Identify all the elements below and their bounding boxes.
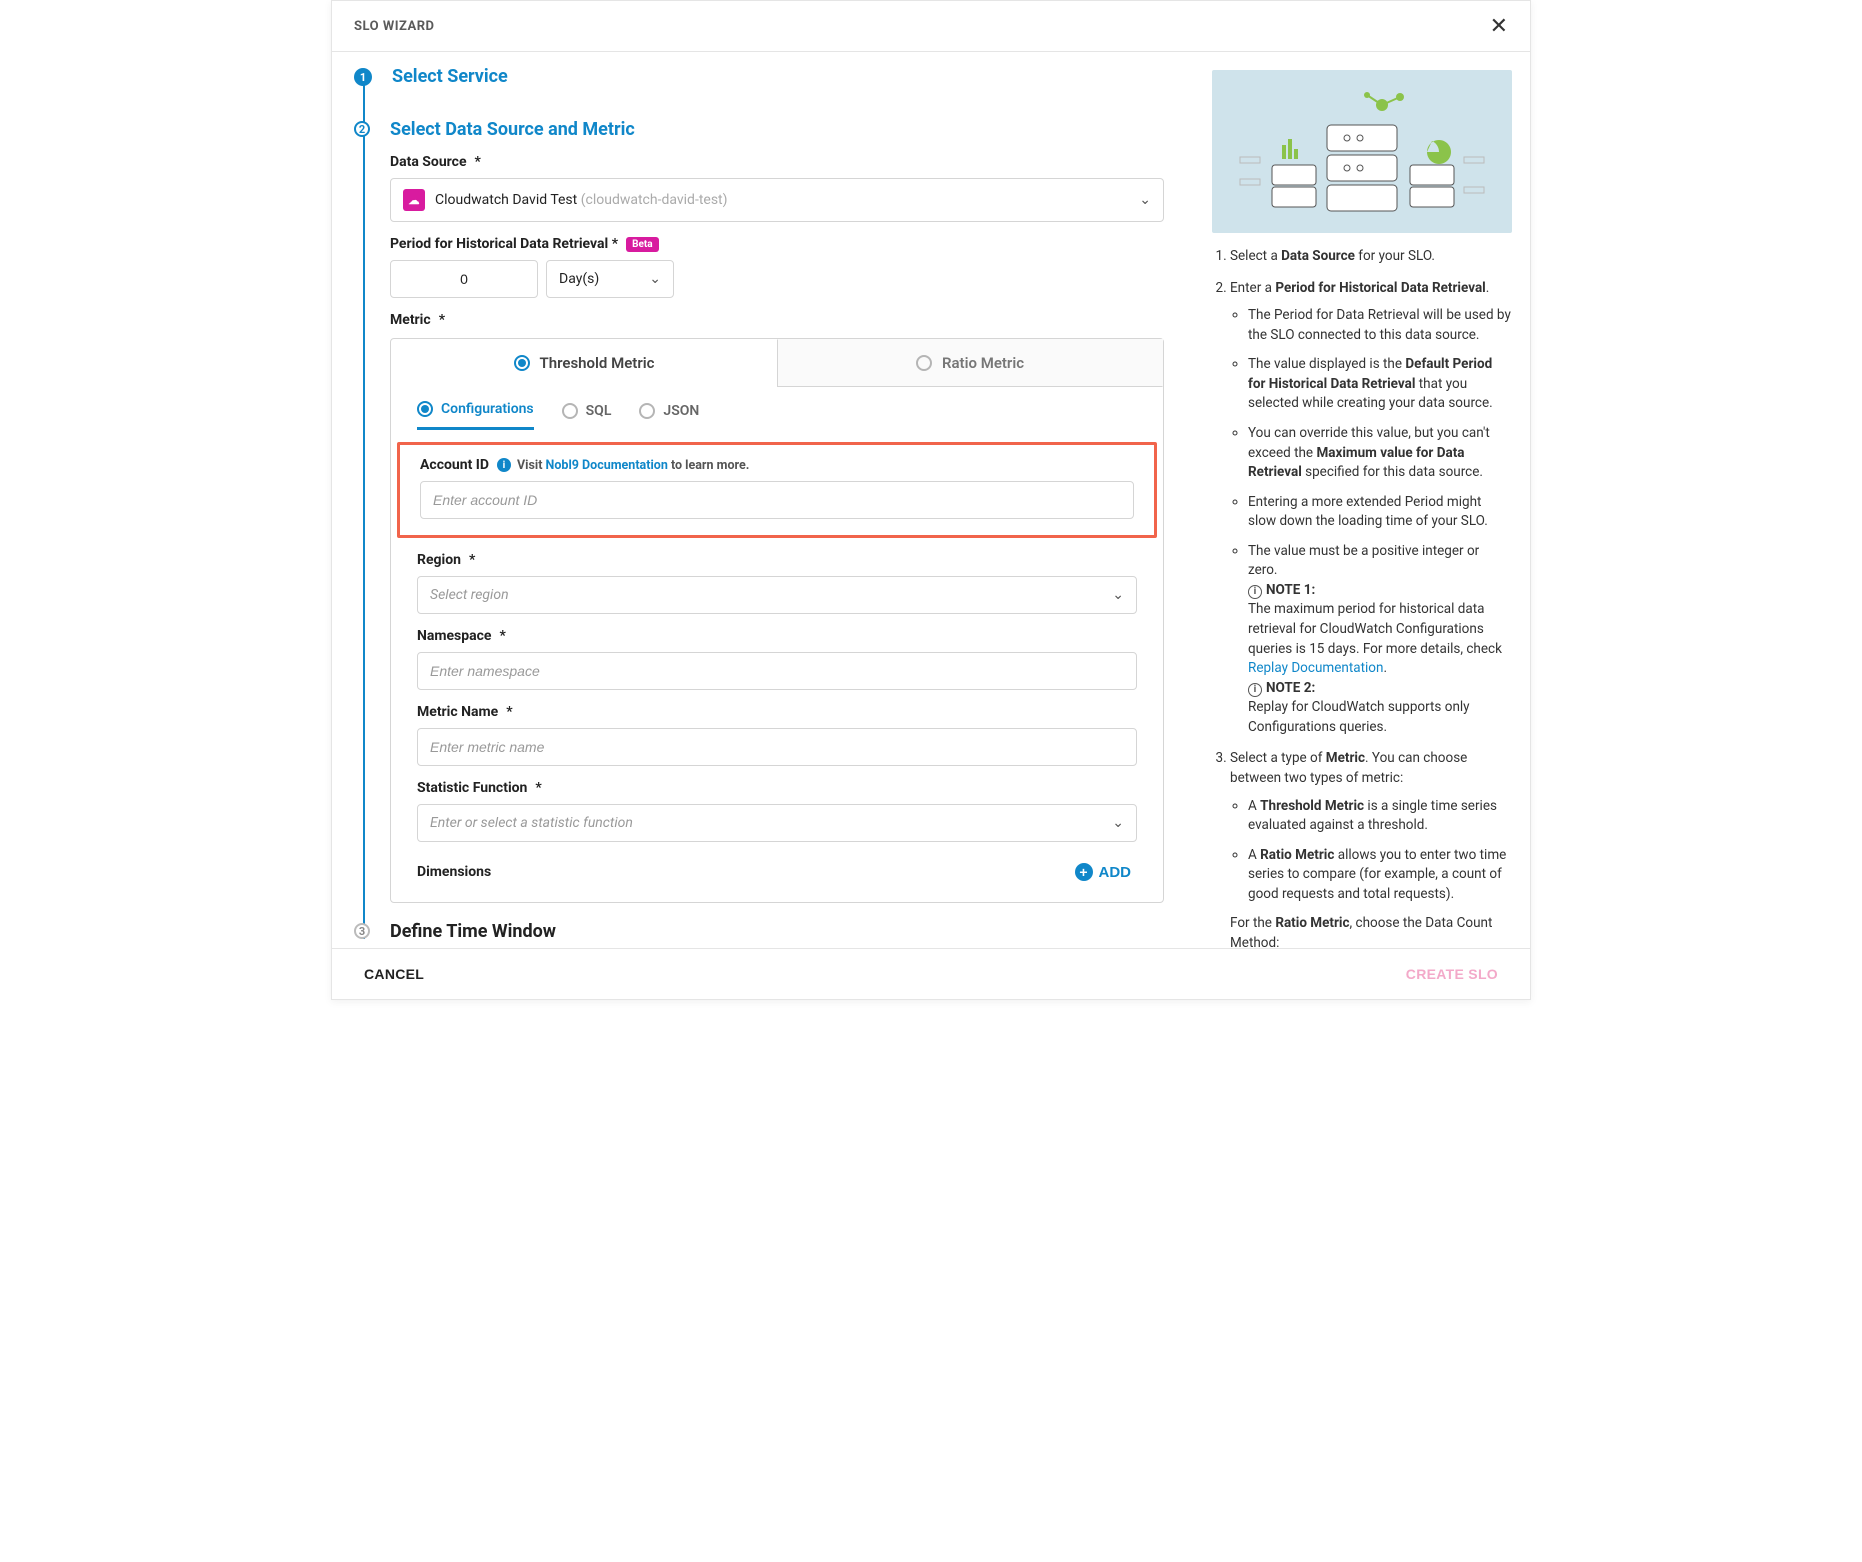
info-icon: i <box>497 458 511 472</box>
metric-tabs: Threshold Metric Ratio Metric Configurat… <box>390 338 1164 903</box>
region-select[interactable]: Select region ⌄ <box>417 576 1137 614</box>
account-id-highlight: Account ID i Visit Nobl9 Documentation t… <box>397 442 1157 538</box>
subtab-json[interactable]: JSON <box>639 401 699 430</box>
chevron-down-icon: ⌄ <box>649 271 661 287</box>
cancel-button[interactable]: CANCEL <box>358 965 430 983</box>
data-source-label: Data Source <box>390 154 1164 170</box>
step-define-time-window: 3 Define Time Window <box>354 921 1164 948</box>
modal-body: 1 Select Service 2 Select Data Source an… <box>332 52 1530 948</box>
region-label: Region <box>417 552 1137 568</box>
info-icon: i <box>1248 585 1262 599</box>
radio-checked-icon <box>514 355 530 371</box>
period-label: Period for Historical Data Retrieval Bet… <box>390 236 1164 252</box>
close-icon: ✕ <box>1490 13 1508 38</box>
step2-title: Select Data Source and Metric <box>390 119 1164 140</box>
add-dimension-button[interactable]: + ADD <box>1069 862 1138 882</box>
dimensions-label: Dimensions <box>417 864 491 880</box>
step-select-data-source: 2 Select Data Source and Metric Data Sou… <box>354 119 1164 921</box>
create-slo-button[interactable]: CREATE SLO <box>1400 965 1504 983</box>
step2-badge: 2 <box>354 121 370 137</box>
subtab-configurations[interactable]: Configurations <box>417 401 534 430</box>
tab-threshold-metric[interactable]: Threshold Metric <box>391 339 777 387</box>
namespace-input[interactable] <box>417 652 1137 690</box>
slo-wizard-modal: SLO WIZARD ✕ 1 Select Service 2 Select D… <box>331 0 1531 1000</box>
step-select-service: 1 Select Service <box>354 66 1164 119</box>
help-list: Select a Data Source for your SLO. Enter… <box>1212 247 1512 948</box>
wizard-steps-panel[interactable]: 1 Select Service 2 Select Data Source an… <box>332 52 1200 948</box>
modal-footer: CANCEL CREATE SLO <box>332 948 1530 999</box>
info-icon: i <box>1248 683 1262 697</box>
cloudwatch-icon: ☁ <box>403 189 425 211</box>
help-panel[interactable]: Select a Data Source for your SLO. Enter… <box>1200 52 1530 948</box>
chevron-down-icon: ⌄ <box>1112 587 1124 603</box>
subtab-sql[interactable]: SQL <box>562 401 612 430</box>
radio-unchecked-icon <box>916 355 932 371</box>
help-item-2: Enter a Period for Historical Data Retri… <box>1230 279 1512 738</box>
close-button[interactable]: ✕ <box>1490 15 1508 37</box>
chevron-down-icon: ⌄ <box>1139 192 1151 208</box>
data-source-select[interactable]: ☁ Cloudwatch David Test (cloudwatch-davi… <box>390 178 1164 222</box>
period-unit-select[interactable]: Day(s) ⌄ <box>546 260 674 298</box>
modal-header: SLO WIZARD ✕ <box>332 1 1530 52</box>
replay-doc-link[interactable]: Replay Documentation <box>1248 660 1383 676</box>
namespace-label: Namespace <box>417 628 1137 644</box>
metric-name-input[interactable] <box>417 728 1137 766</box>
help-item-3: Select a type of Metric. You can choose … <box>1230 749 1512 948</box>
radio-unchecked-icon <box>639 403 655 419</box>
docs-link[interactable]: Nobl9 Documentation <box>546 458 668 473</box>
plus-icon: + <box>1075 863 1093 881</box>
metric-subtabs: Configurations SQL JSON <box>391 387 1163 430</box>
statistic-function-label: Statistic Function <box>417 780 1137 796</box>
help-item-1: Select a Data Source for your SLO. <box>1230 247 1512 267</box>
period-value-input[interactable] <box>390 260 538 298</box>
beta-badge: Beta <box>626 237 659 252</box>
radio-unchecked-icon <box>562 403 578 419</box>
step1-badge: 1 <box>354 68 372 86</box>
radio-checked-icon <box>417 401 433 417</box>
step3-badge: 3 <box>354 923 370 939</box>
modal-title: SLO WIZARD <box>354 19 434 34</box>
account-id-input[interactable] <box>420 481 1134 519</box>
chevron-down-icon: ⌄ <box>1112 815 1124 831</box>
account-id-label: Account ID i Visit Nobl9 Documentation t… <box>420 457 1134 473</box>
statistic-function-select[interactable]: Enter or select a statistic function ⌄ <box>417 804 1137 842</box>
tab-ratio-metric[interactable]: Ratio Metric <box>777 339 1163 387</box>
step1-title[interactable]: Select Service <box>392 66 1164 87</box>
data-source-value: Cloudwatch David Test (cloudwatch-david-… <box>435 192 728 208</box>
step3-title[interactable]: Define Time Window <box>390 921 1164 942</box>
help-illustration <box>1212 70 1512 233</box>
metric-name-label: Metric Name <box>417 704 1137 720</box>
metric-label: Metric <box>390 312 1164 328</box>
